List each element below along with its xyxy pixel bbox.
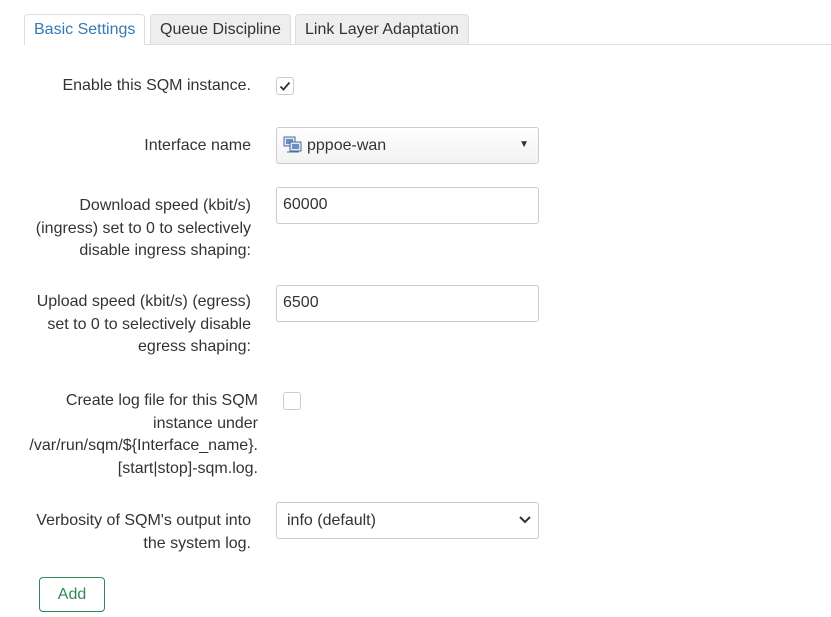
tab-bar: Basic Settings Queue Discipline Link Lay… [24, 14, 831, 45]
download-speed-input[interactable] [277, 188, 523, 221]
chevron-down-icon [519, 516, 531, 524]
verbosity-select[interactable]: info (default) [276, 502, 539, 539]
upload-speed-field-box [276, 285, 539, 322]
log-file-label: Create log file for this SQM instance un… [29, 392, 258, 477]
add-button[interactable]: Add [39, 577, 105, 612]
tab-queue-discipline[interactable]: Queue Discipline [150, 14, 291, 44]
log-file-checkbox[interactable] [283, 392, 301, 410]
checkmark-icon [279, 81, 291, 91]
interface-dropdown[interactable]: pppoe-wan ▼ [276, 127, 539, 164]
verbosity-label: Verbosity of SQM's output into the syste… [36, 512, 251, 552]
verbosity-value: info (default) [287, 512, 376, 529]
upload-speed-label: Upload speed (kbit/s) (egress) set to 0 … [36, 293, 251, 355]
download-speed-field-box [276, 187, 539, 224]
network-interface-icon [283, 136, 302, 153]
dropdown-caret-icon: ▼ [519, 139, 529, 150]
download-speed-label: Download speed (kbit/s) (ingress) set to… [35, 197, 251, 259]
tab-link-layer-adaptation[interactable]: Link Layer Adaptation [295, 14, 469, 44]
upload-speed-input[interactable] [277, 286, 523, 319]
interface-label: Interface name [144, 137, 251, 154]
tab-basic-settings[interactable]: Basic Settings [24, 14, 146, 45]
enable-checkbox[interactable] [276, 77, 294, 95]
interface-value: pppoe-wan [307, 137, 387, 154]
enable-label: Enable this SQM instance. [62, 77, 251, 94]
